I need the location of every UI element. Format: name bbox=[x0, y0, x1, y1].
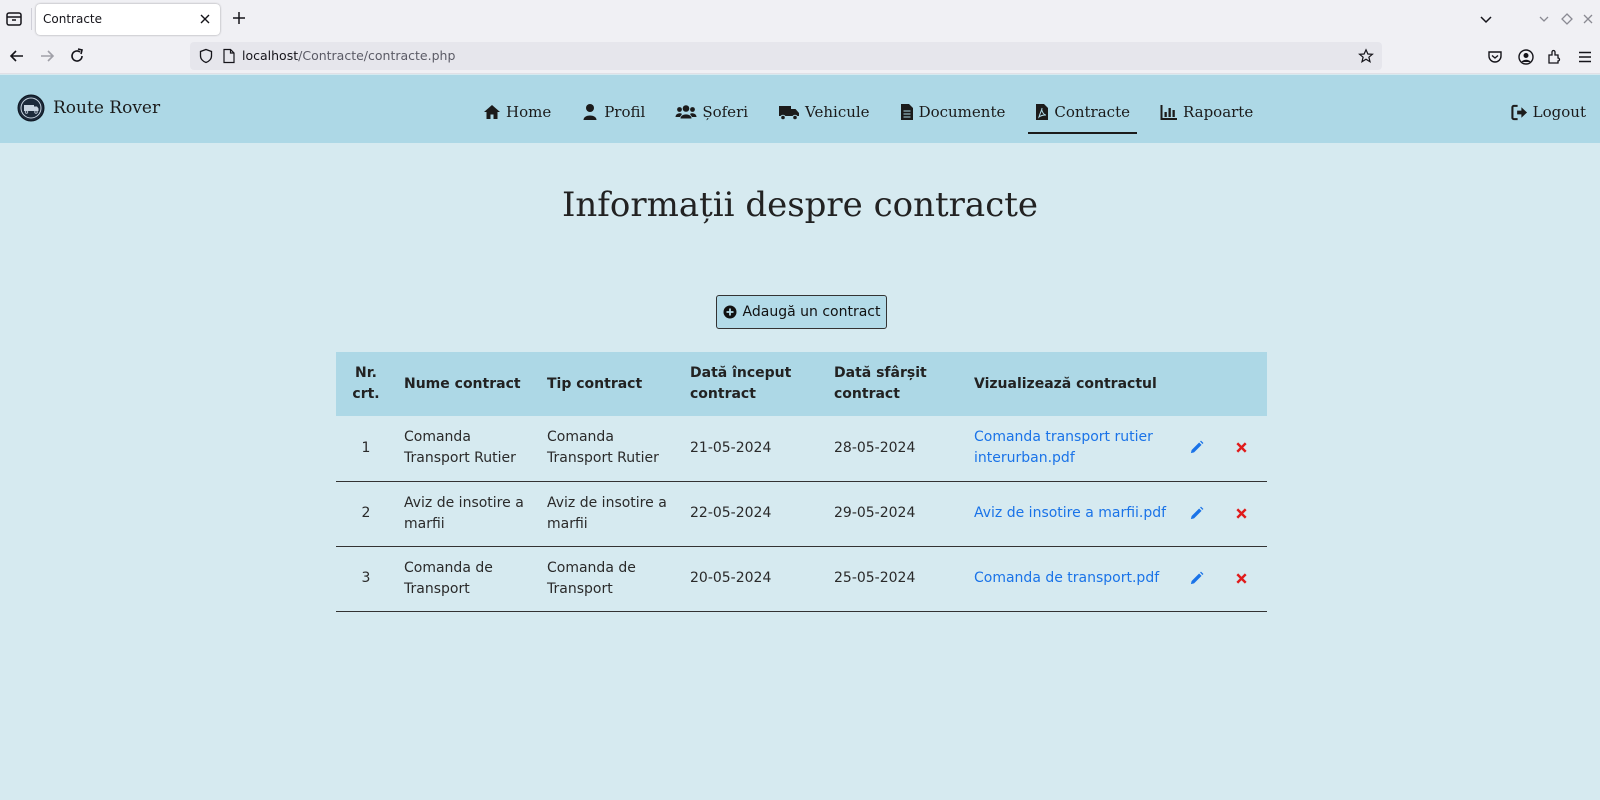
new-tab-icon[interactable] bbox=[231, 10, 247, 26]
menu-item-documente[interactable]: Documente bbox=[893, 97, 1013, 127]
reload-icon[interactable] bbox=[68, 47, 86, 65]
cell-type: Comanda de Transport bbox=[539, 546, 682, 612]
table-row: 2 Aviz de insotire a marfii Aviz de inso… bbox=[336, 481, 1267, 547]
cell-type: Aviz de insotire a marfii bbox=[539, 481, 682, 547]
menu-item-contracte[interactable]: Contracte bbox=[1028, 97, 1137, 134]
brand-name: Route Rover bbox=[53, 98, 161, 118]
cell-end-date: 29-05-2024 bbox=[826, 481, 966, 547]
contracts-table: Nr. crt. Nume contract Tip contract Dată… bbox=[336, 352, 1267, 612]
extensions-icon[interactable] bbox=[1546, 48, 1564, 66]
cell-nr: 1 bbox=[336, 416, 396, 482]
logout-link[interactable]: Logout bbox=[1511, 97, 1586, 127]
delete-x-icon[interactable] bbox=[1234, 571, 1249, 586]
brand[interactable]: Route Rover bbox=[17, 94, 160, 122]
add-contract-label: Adaugă un contract bbox=[742, 304, 881, 320]
menu-label: Rapoarte bbox=[1182, 103, 1254, 121]
file-icon bbox=[900, 104, 913, 120]
delete-x-icon[interactable] bbox=[1234, 440, 1249, 455]
browser-tab-bar: Contracte bbox=[0, 0, 1600, 38]
cell-name: Comanda de Transport bbox=[396, 546, 539, 612]
contract-file-link[interactable]: Comanda transport rutier interurban.pdf bbox=[974, 429, 1153, 466]
cell-type: Comanda Transport Rutier bbox=[539, 416, 682, 482]
header-start-date: Dată început contract bbox=[682, 352, 826, 416]
bookmark-star-icon[interactable] bbox=[1358, 48, 1374, 64]
file-pdf-icon bbox=[1036, 104, 1049, 120]
page-title: Informații despre contracte bbox=[561, 185, 1039, 225]
main-menu: Home Profil Șoferi Vehicule Documente Co… bbox=[476, 97, 1276, 134]
sign-out-icon bbox=[1511, 104, 1527, 120]
menu-label: Contracte bbox=[1054, 103, 1130, 121]
url-path: /Contracte/contracte.php bbox=[298, 48, 456, 63]
truck-icon bbox=[779, 106, 800, 121]
menu-label: Home bbox=[506, 103, 552, 121]
close-tab-icon[interactable] bbox=[197, 11, 213, 27]
account-icon[interactable] bbox=[1517, 48, 1535, 66]
browser-tab[interactable]: Contracte bbox=[36, 4, 220, 35]
header-nr: Nr. crt. bbox=[336, 352, 396, 416]
table-row: 1 Comanda Transport Rutier Comanda Trans… bbox=[336, 416, 1267, 482]
menu-icon[interactable] bbox=[1576, 48, 1594, 66]
edit-pencil-icon[interactable] bbox=[1189, 440, 1204, 455]
cell-start-date: 21-05-2024 bbox=[682, 416, 826, 482]
minimize-icon[interactable] bbox=[1536, 11, 1552, 27]
tab-list-icon[interactable] bbox=[4, 9, 24, 29]
url-bar[interactable]: localhost/Contracte/contracte.php bbox=[190, 42, 1382, 70]
menu-item-rapoarte[interactable]: Rapoarte bbox=[1153, 97, 1260, 127]
menu-label: Profil bbox=[604, 103, 646, 121]
cell-start-date: 20-05-2024 bbox=[682, 546, 826, 612]
shield-icon[interactable] bbox=[198, 48, 214, 64]
maximize-icon[interactable] bbox=[1559, 11, 1575, 27]
menu-item-soferi[interactable]: Șoferi bbox=[668, 97, 755, 127]
header-name: Nume contract bbox=[396, 352, 539, 416]
url-host: localhost bbox=[242, 48, 299, 63]
forward-icon[interactable] bbox=[38, 47, 56, 65]
page-icon[interactable] bbox=[222, 48, 236, 64]
chart-bar-icon bbox=[1160, 105, 1177, 120]
cell-nr: 2 bbox=[336, 481, 396, 547]
url-text[interactable]: localhost/Contracte/contracte.php bbox=[242, 48, 455, 63]
close-window-icon[interactable] bbox=[1580, 11, 1596, 27]
cell-name: Comanda Transport Rutier bbox=[396, 416, 539, 482]
home-icon bbox=[484, 105, 500, 119]
tab-title: Contracte bbox=[43, 12, 103, 26]
cell-end-date: 28-05-2024 bbox=[826, 416, 966, 482]
user-icon bbox=[583, 104, 597, 120]
add-contract-button[interactable]: Adaugă un contract bbox=[716, 295, 887, 329]
menu-label: Vehicule bbox=[805, 103, 870, 121]
users-icon bbox=[675, 105, 697, 119]
route-rover-logo bbox=[17, 94, 45, 122]
menu-item-profil[interactable]: Profil bbox=[574, 97, 652, 127]
menu-label: Documente bbox=[918, 103, 1006, 121]
header-type: Tip contract bbox=[539, 352, 682, 416]
menu-item-vehicule[interactable]: Vehicule bbox=[771, 97, 877, 127]
browser-nav-bar: localhost/Contracte/contracte.php bbox=[0, 38, 1600, 74]
table-header-row: Nr. crt. Nume contract Tip contract Dată… bbox=[336, 352, 1267, 416]
back-icon[interactable] bbox=[8, 47, 26, 65]
edit-pencil-icon[interactable] bbox=[1189, 506, 1204, 521]
tab-separator bbox=[31, 8, 32, 30]
table-row: 3 Comanda de Transport Comanda de Transp… bbox=[336, 546, 1267, 612]
contract-file-link[interactable]: Comanda de transport.pdf bbox=[974, 570, 1159, 586]
menu-item-home[interactable]: Home bbox=[476, 97, 558, 127]
cell-name: Aviz de insotire a marfii bbox=[396, 481, 539, 547]
menu-label: Șoferi bbox=[702, 103, 749, 121]
site-navbar: Route Rover Home Profil Șoferi Vehicule … bbox=[0, 75, 1600, 143]
header-view: Vizualizează contractul bbox=[966, 352, 1267, 416]
header-end-date: Dată sfârșit contract bbox=[826, 352, 966, 416]
cell-start-date: 22-05-2024 bbox=[682, 481, 826, 547]
logout-label: Logout bbox=[1532, 103, 1586, 121]
list-all-tabs-icon[interactable] bbox=[1478, 11, 1494, 27]
edit-pencil-icon[interactable] bbox=[1189, 571, 1204, 586]
contract-file-link[interactable]: Aviz de insotire a marfii.pdf bbox=[974, 505, 1166, 521]
pocket-icon[interactable] bbox=[1486, 48, 1504, 66]
cell-end-date: 25-05-2024 bbox=[826, 546, 966, 612]
delete-x-icon[interactable] bbox=[1234, 506, 1249, 521]
plus-circle-icon bbox=[723, 305, 737, 319]
cell-nr: 3 bbox=[336, 546, 396, 612]
